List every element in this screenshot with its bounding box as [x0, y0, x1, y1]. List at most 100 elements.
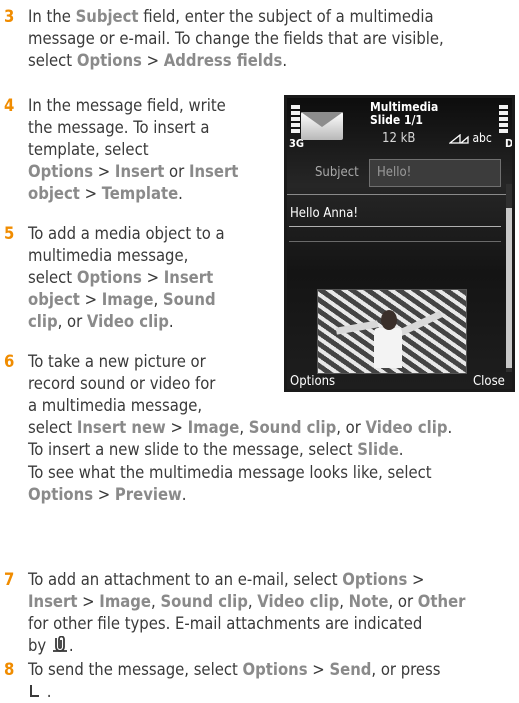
step-text-line: To insert a new slide to the message, se…	[28, 439, 404, 461]
right-softkey[interactable]: Close	[473, 374, 505, 389]
text-underline-2	[289, 241, 501, 242]
subject-label: Subject	[315, 165, 359, 180]
call-key-icon	[28, 682, 42, 701]
text-run: .	[447, 418, 453, 438]
step-number: 6	[4, 352, 15, 371]
text-run: select	[28, 51, 77, 71]
text-run: a multimedia message,	[28, 396, 203, 416]
inserted-image[interactable]	[317, 289, 467, 374]
text-run: .	[168, 312, 174, 332]
text-run: for other file types. E-mail attachments…	[28, 614, 423, 634]
text-run: ,	[339, 592, 349, 612]
text-run: >	[307, 660, 330, 679]
text-run: >	[165, 418, 188, 438]
ui-term: Preview	[114, 484, 182, 504]
step-text-line: To take a new picture or	[28, 351, 206, 373]
text-run: .	[282, 51, 288, 71]
text-run: >	[407, 570, 425, 589]
text-run: select	[28, 268, 77, 288]
step-text-line: To add an attachment to an e-mail, selec…	[28, 569, 424, 591]
input-mode-icon: abc	[448, 131, 492, 146]
message-type-title: Multimedia	[370, 100, 439, 114]
text-run: record sound or video for	[28, 374, 216, 394]
ui-term: Send	[329, 660, 372, 679]
ui-term: Template	[101, 184, 179, 204]
text-run: To see what the multimedia message looks…	[28, 462, 432, 482]
text-run: multimedia message,	[28, 246, 189, 266]
step-text-line: template, select	[28, 139, 149, 161]
step-number: 4	[4, 96, 15, 115]
text-run: To take a new picture or	[28, 352, 206, 371]
input-mode-label: abc	[472, 131, 492, 145]
step-text-line: To send the message, select Options > Se…	[28, 659, 441, 681]
text-run: .	[178, 184, 183, 204]
ui-term: Insert new	[76, 418, 166, 438]
step-text-line: by .	[28, 635, 74, 657]
text-run: by	[28, 636, 51, 656]
ui-term: Options	[28, 162, 94, 182]
phone-screenshot: 3G Multimedia Slide 1/1 12 kB abc D Subj…	[284, 95, 515, 392]
message-size: 12 kB	[382, 131, 416, 146]
text-run: , or	[57, 312, 87, 332]
text-run: .	[181, 484, 187, 504]
text-run: >	[141, 51, 164, 71]
message-body-text[interactable]: Hello Anna!	[290, 206, 358, 221]
text-run: , or	[336, 418, 366, 438]
step-text-line: object > Template.	[28, 183, 183, 205]
step-text-line: for other file types. E-mail attachments…	[28, 613, 422, 635]
ui-term: Insert	[114, 162, 165, 182]
ui-term: Sound clip	[248, 418, 337, 438]
left-softkey[interactable]: Options	[290, 374, 335, 389]
step-text-line: object > Image, Sound	[28, 289, 216, 311]
step-text-line: To add a media object to a	[28, 223, 225, 245]
ui-term: Sound	[162, 290, 216, 310]
text-run: To insert a new slide to the message, se…	[28, 440, 358, 460]
text-run: To send the message, select	[28, 660, 243, 679]
text-run: message or e-mail. To change the fields …	[28, 29, 444, 49]
step-text-line: a multimedia message,	[28, 395, 202, 417]
step-number: 3	[4, 7, 15, 26]
step-number: 5	[4, 224, 15, 243]
slide-counter: Slide 1/1	[370, 113, 423, 127]
ui-term: Options	[28, 484, 94, 504]
ui-term: Image	[101, 290, 154, 310]
text-run: .	[42, 682, 52, 702]
ui-term: Options	[76, 51, 142, 71]
text-run: >	[93, 484, 115, 504]
text-run: .	[398, 440, 404, 460]
text-run: ,	[153, 290, 163, 310]
ui-term: Insert	[163, 268, 214, 288]
step-text-line: Insert > Image, Sound clip, Video clip , …	[28, 591, 465, 613]
text-run: In the message field, write	[28, 96, 226, 115]
step-text-line: select Options > Address fields.	[28, 50, 287, 72]
text-run: To add an attachment to an e-mail, selec…	[28, 570, 343, 589]
text-run: or	[164, 162, 189, 182]
ui-term: object	[28, 184, 80, 204]
step-number: 7	[4, 570, 15, 589]
text-run: , or press	[371, 660, 441, 679]
ui-term: Insert	[188, 162, 239, 182]
step-number: 8	[4, 660, 15, 679]
ui-term: Video clip	[365, 418, 448, 438]
text-run: .	[68, 636, 74, 656]
step-text-line: To see what the multimedia message looks…	[28, 462, 432, 484]
text-run: >	[77, 592, 100, 612]
message-envelope-icon	[301, 112, 343, 140]
step-text-line: message or e-mail. To change the fields …	[28, 28, 444, 50]
ui-term: Insert	[28, 592, 78, 612]
scrollbar-thumb[interactable]	[506, 208, 512, 368]
step-text-line: select Insert new > Image, Sound clip, o…	[28, 417, 452, 439]
step-text-line: In the Subject field, enter the subject …	[28, 6, 434, 28]
ui-term: Image	[187, 418, 240, 438]
text-run: >	[93, 162, 115, 182]
ui-term: Note	[348, 592, 389, 612]
step-text-line: In the message field, write	[28, 95, 226, 117]
ui-term: Image	[99, 592, 151, 612]
step-text-line: Options > Preview.	[28, 484, 186, 506]
text-run: select	[28, 418, 77, 438]
text-run: the message. To insert a	[28, 118, 210, 138]
ui-term: Sound clip	[160, 592, 248, 612]
ui-term: Address fields	[163, 51, 283, 71]
ui-term: Options	[342, 570, 408, 589]
ui-term: clip	[28, 312, 58, 332]
